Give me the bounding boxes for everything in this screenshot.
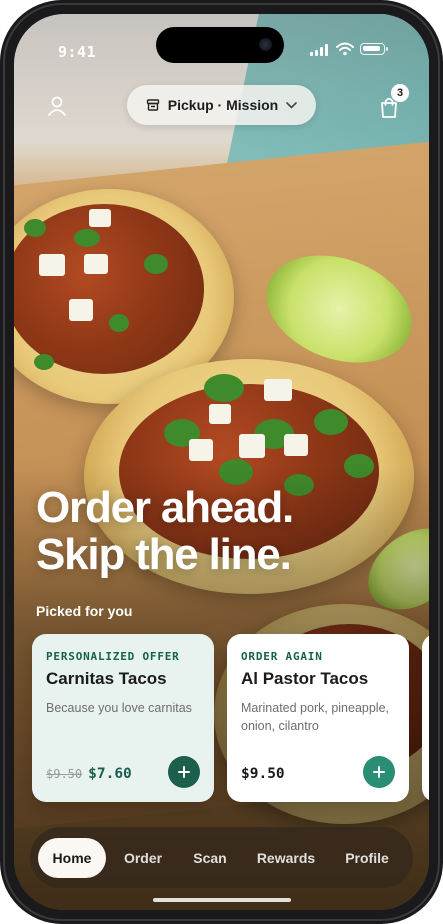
tab-order[interactable]: Order [106,838,180,878]
tab-profile[interactable]: Profile [332,838,402,878]
plus-icon [373,766,385,778]
dynamic-island [156,27,284,63]
sale-price: $7.60 [88,766,132,782]
section-heading: Picked for you [36,603,133,619]
profile-button[interactable] [40,89,74,123]
location-selector[interactable]: Pickup · Mission [127,85,316,125]
card-title: Al Pastor Tacos [241,669,369,688]
battery-icon [360,43,388,55]
store-icon [146,99,159,111]
price-row: $9.50 $7.60 [46,766,132,782]
app-screen: 9:41 Pickup · Mission 3 Order ahead. Ski… [14,14,429,910]
original-price: $9.50 [46,767,83,781]
camera-icon [259,38,272,51]
card-eyebrow: ORDER AGAIN [241,650,323,663]
order-again-card[interactable]: ORDER AGAIN Al Pastor Tacos Marinated po… [227,634,409,802]
home-indicator[interactable] [153,898,291,902]
card-title: Carnitas Tacos [46,669,167,688]
chevron-down-icon [286,101,298,109]
tab-scan[interactable]: Scan [180,838,240,878]
location-label: Pickup · Mission [167,97,279,113]
status-bar: 9:41 [14,14,429,68]
signal-icon [310,44,330,56]
next-card-peek[interactable] [422,634,429,802]
hero-headline: Order ahead. Skip the line. [36,484,406,578]
card-description: Because you love carnitas [46,701,192,715]
price-row: $9.50 [241,766,285,782]
card-eyebrow: PERSONALIZED OFFER [46,650,180,663]
wifi-icon [336,42,354,56]
card-description: Marinated pork, pineapple, onion, cilant… [241,701,390,733]
bottom-tab-bar: Home Order Scan Rewards Profile [30,827,413,888]
add-to-cart-button[interactable] [168,756,200,788]
offer-card[interactable]: PERSONALIZED OFFER Carnitas Tacos Becaus… [32,634,214,802]
cart-count-badge: 3 [391,84,409,102]
price: $9.50 [241,766,285,782]
phone-frame: 9:41 Pickup · Mission 3 Order ahead. Ski… [0,0,443,924]
person-icon [48,96,66,116]
tab-home[interactable]: Home [38,837,106,878]
add-to-cart-button[interactable] [363,756,395,788]
hero-line-1: Order ahead. [36,483,294,532]
status-time: 9:41 [58,43,97,61]
hero-line-2: Skip the line. [36,530,292,579]
tab-rewards[interactable]: Rewards [240,838,332,878]
plus-icon [178,766,190,778]
